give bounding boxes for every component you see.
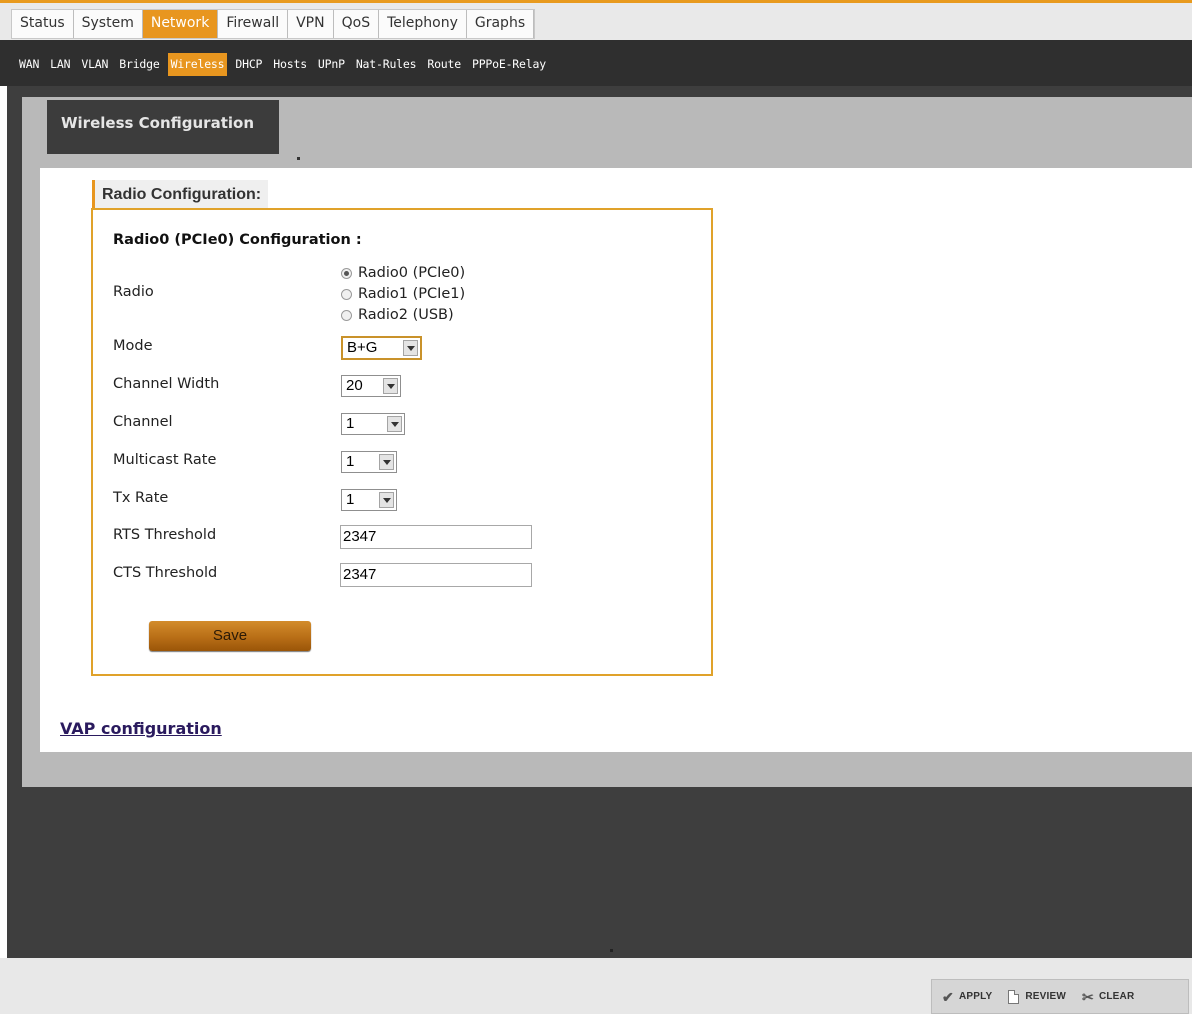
mode-select[interactable]: B+G (341, 336, 422, 360)
tab-qos[interactable]: QoS (334, 10, 380, 38)
subtab-upnp[interactable]: UPnP (315, 53, 348, 76)
rts-threshold-label: RTS Threshold (113, 527, 217, 543)
subtab-route[interactable]: Route (424, 53, 464, 76)
cts-threshold-label: CTS Threshold (113, 565, 218, 581)
chevron-down-icon[interactable] (403, 340, 418, 356)
multicast-rate-label: Multicast Rate (113, 452, 217, 468)
channel-width-value: 20 (346, 377, 363, 394)
radio-option-label: Radio0 (PCIe0) (358, 265, 466, 281)
review-label: REVIEW (1025, 991, 1067, 1002)
sub-tabs: WAN LAN VLAN Bridge Wireless DHCP Hosts … (16, 53, 554, 76)
chevron-down-icon[interactable] (379, 492, 394, 508)
multicast-rate-select[interactable]: 1 (341, 451, 397, 473)
subtab-lan[interactable]: LAN (47, 53, 73, 76)
channel-label: Channel (113, 414, 173, 430)
mode-select-value: B+G (347, 339, 378, 356)
top-navigation-bar: Status System Network Firewall VPN QoS T… (0, 0, 1192, 40)
radio-option-radio0[interactable]: Radio0 (PCIe0) (341, 263, 465, 283)
radio-label: Radio (113, 284, 154, 300)
apply-label: APPLY (958, 991, 993, 1002)
tab-graphs[interactable]: Graphs (467, 10, 535, 38)
section-title: Radio0 (PCIe0) Configuration : (113, 232, 362, 248)
radio-option-label: Radio1 (PCIe1) (358, 286, 466, 302)
page-title: Wireless Configuration (47, 100, 279, 154)
tab-firewall[interactable]: Firewall (218, 10, 289, 38)
subtab-wireless[interactable]: Wireless (167, 53, 228, 76)
save-button[interactable]: Save (149, 621, 311, 651)
subtab-vlan[interactable]: VLAN (78, 53, 111, 76)
chevron-down-icon[interactable] (383, 378, 398, 394)
subtab-bridge[interactable]: Bridge (116, 53, 162, 76)
divider-dot (610, 949, 613, 952)
tx-rate-select[interactable]: 1 (341, 489, 397, 511)
multicast-rate-value: 1 (346, 453, 355, 470)
subtab-hosts[interactable]: Hosts (270, 53, 310, 76)
action-toolbar: ✔ APPLY REVIEW ✂ CLEAR (931, 979, 1189, 1014)
tab-system[interactable]: System (74, 10, 143, 38)
clear-label: CLEAR (1098, 991, 1135, 1002)
clear-button[interactable]: ✂ CLEAR (1082, 990, 1134, 1004)
subtab-dhcp[interactable]: DHCP (232, 53, 265, 76)
radio-option-radio1[interactable]: Radio1 (PCIe1) (341, 284, 465, 304)
review-button[interactable]: REVIEW (1008, 989, 1067, 1004)
channel-width-select[interactable]: 20 (341, 375, 401, 397)
tab-status[interactable]: Status (12, 10, 74, 38)
cts-threshold-input[interactable]: 2347 (340, 563, 532, 587)
vap-configuration-link[interactable]: VAP configuration (60, 719, 222, 738)
subtab-wan[interactable]: WAN (16, 53, 42, 76)
chevron-down-icon[interactable] (379, 454, 394, 470)
tab-telephony[interactable]: Telephony (379, 10, 467, 38)
rts-threshold-input[interactable]: 2347 (340, 525, 532, 549)
tab-vpn[interactable]: VPN (288, 10, 334, 38)
channel-select[interactable]: 1 (341, 413, 405, 435)
tab-network[interactable]: Network (142, 10, 219, 38)
scissors-icon: ✂ (1082, 988, 1094, 1005)
radio-button[interactable] (341, 288, 352, 300)
fieldset-legend: Radio Configuration: (92, 180, 269, 209)
checkmark-icon: ✔ (942, 988, 954, 1005)
radio-option-label: Radio2 (USB) (358, 307, 454, 323)
divider-dot (297, 157, 300, 160)
sub-navigation-bar: WAN LAN VLAN Bridge Wireless DHCP Hosts … (0, 40, 1192, 86)
tx-rate-value: 1 (346, 491, 355, 508)
radio-button[interactable] (341, 309, 352, 321)
tx-rate-label: Tx Rate (113, 490, 169, 506)
subtab-nat-rules[interactable]: Nat-Rules (353, 53, 420, 76)
radio-button-checked[interactable] (341, 267, 352, 279)
channel-value: 1 (346, 415, 355, 432)
channel-width-label: Channel Width (113, 376, 220, 392)
top-tabs: Status System Network Firewall VPN QoS T… (11, 9, 536, 39)
mode-label: Mode (113, 338, 153, 354)
subtab-pppoe-relay[interactable]: PPPoE-Relay (469, 53, 549, 76)
chevron-down-icon[interactable] (387, 416, 402, 432)
document-icon (1008, 989, 1020, 1004)
apply-button[interactable]: ✔ APPLY (942, 990, 992, 1004)
radio-option-radio2[interactable]: Radio2 (USB) (341, 305, 454, 325)
